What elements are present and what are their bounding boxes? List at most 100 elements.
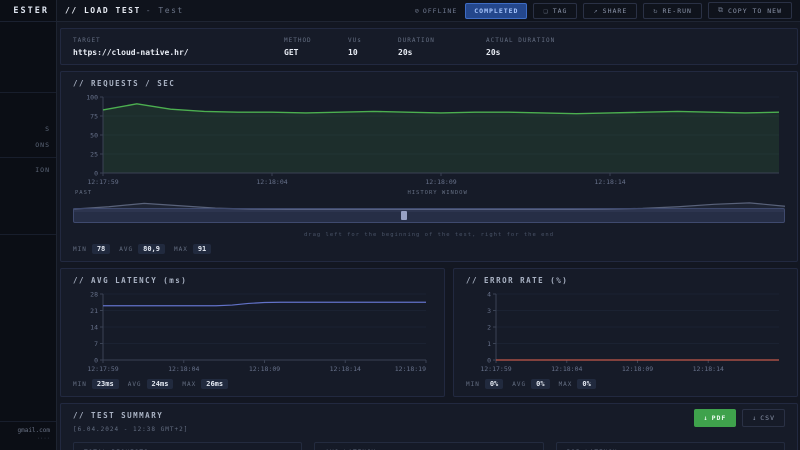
download-csv-button[interactable]: ↓ CSV [742, 409, 785, 427]
main-area: // LOAD TEST - Test ⊘ OFFLINE COMPLETED ❑… [57, 0, 800, 450]
target-url: https://cloud-native.hr/ [73, 48, 189, 57]
svg-text:12:18:04: 12:18:04 [256, 178, 287, 186]
sidebar-item-documentation[interactable]: ION [0, 162, 56, 178]
history-slider-track[interactable] [73, 208, 785, 223]
svg-text:0: 0 [94, 170, 98, 178]
share-button[interactable]: ↗ SHARE [583, 2, 638, 19]
past-label: PAST [75, 190, 93, 196]
error-rate-chart: 4 3 2 1 0 12:17:59 12:18:04 12:18:09 12:18:14 [466, 289, 785, 373]
user-sub-fragment: ···· [36, 436, 50, 442]
svg-text:1: 1 [487, 340, 491, 348]
user-email-fragment: gmail.com [17, 427, 50, 434]
config-header: TARGET [73, 37, 101, 44]
svg-text:21: 21 [90, 307, 98, 315]
sidebar-item-tests[interactable]: S [0, 121, 56, 137]
error-stats: MIN 0% AVG 0% MAX 0% [466, 379, 785, 389]
max-label: MAX [558, 380, 573, 388]
sidebar-item-configurations[interactable]: ONS [0, 137, 56, 153]
charts-row: // AVG LATENCY (ms) 28 21 14 7 0 12:17:59 12:1… [60, 268, 798, 397]
summary-actions: ↓ PDF ↓ CSV [693, 409, 785, 427]
tag-icon: ❑ [543, 6, 549, 15]
pdf-button-label: PDF [711, 414, 727, 422]
summary-date: [6.04.2024 - 12:38 GMT+2] [73, 426, 189, 433]
test-config-panel: TARGET https://cloud-native.hr/ METHOD G… [60, 28, 798, 65]
svg-text:12:18:14: 12:18:14 [693, 365, 724, 373]
method-value: GET [284, 48, 299, 57]
requests-min-value: 78 [91, 244, 111, 254]
actual-duration-value: 20s [486, 48, 501, 57]
svg-text:4: 4 [487, 291, 491, 299]
rerun-icon: ↻ [653, 6, 659, 15]
svg-text:12:18:09: 12:18:09 [425, 178, 456, 186]
config-col-duration: DURATION 20s [398, 34, 460, 57]
max-label: MAX [182, 380, 197, 388]
app-logo: ESTER [0, 0, 56, 22]
requests-panel: // REQUESTS / SEC 100 75 50 25 0 12:17:59 12:1… [60, 71, 798, 262]
svg-text:12:17:59: 12:17:59 [87, 365, 118, 373]
history-window: PAST HISTORY WINDOW drag left for the be… [72, 190, 786, 238]
copy-to-new-button[interactable]: ⧉ COPY TO NEW [707, 2, 792, 19]
test-config-row: TARGET https://cloud-native.hr/ METHOD G… [73, 34, 785, 57]
p95-latency-card: P95 LATENCY 32ms [555, 442, 785, 450]
svg-text:12:18:04: 12:18:04 [168, 365, 199, 373]
svg-text:7: 7 [94, 340, 98, 348]
sidebar: ESTER S ONS ION gmail.com ···· [0, 0, 57, 450]
error-rate-panel-title: // ERROR RATE (%) [466, 276, 569, 285]
sidebar-divider [0, 234, 56, 235]
sidebar-divider [0, 92, 56, 93]
copy-icon: ⧉ [717, 6, 724, 14]
share-button-label: SHARE [602, 6, 628, 15]
summary-cards: TOTAL REQUESTS 1584 AVG LATENCY 24ms P95… [73, 442, 785, 450]
svg-text:12:18:14: 12:18:14 [594, 178, 625, 186]
page-title: // LOAD TEST - Test [65, 6, 184, 15]
config-header: METHOD [284, 37, 312, 44]
requests-stats: MIN 78 AVG 80,9 MAX 91 [73, 244, 785, 254]
status-badge: COMPLETED [465, 2, 528, 19]
history-hint: drag left for the beginning of the test,… [303, 232, 555, 238]
total-requests-card: TOTAL REQUESTS 1584 [73, 442, 303, 450]
history-slider-handle[interactable] [401, 211, 408, 220]
config-header: DURATION [398, 37, 435, 44]
config-col-vus: VUs 10 [348, 34, 372, 57]
svg-text:0: 0 [487, 357, 491, 365]
topbar-actions: ⊘ OFFLINE COMPLETED ❑ TAG ↗ SHARE ↻ RE-R… [415, 2, 792, 19]
tag-button[interactable]: ❑ TAG [533, 2, 578, 19]
config-col-method: METHOD GET [284, 34, 322, 57]
latency-panel-title: // AVG LATENCY (ms) [73, 276, 188, 285]
min-label: MIN [73, 380, 87, 388]
svg-text:100: 100 [86, 94, 98, 102]
requests-avg-value: 80,9 [138, 244, 165, 254]
config-header: ACTUAL DURATION [486, 37, 556, 44]
summary-title: // TEST SUMMARY [73, 411, 164, 420]
requests-chart: 100 75 50 25 0 12:17:59 12:18:04 12:18:09 12:18:… [73, 92, 785, 186]
svg-text:14: 14 [90, 324, 98, 332]
svg-text:12:18:19: 12:18:19 [395, 365, 426, 373]
page-title-primary: // LOAD TEST [65, 6, 141, 15]
vus-value: 10 [348, 48, 358, 57]
svg-text:12:18:09: 12:18:09 [249, 365, 280, 373]
svg-text:3: 3 [487, 307, 491, 315]
svg-text:12:18:09: 12:18:09 [622, 365, 653, 373]
duration-value: 20s [398, 48, 413, 57]
content: TARGET https://cloud-native.hr/ METHOD G… [57, 22, 800, 450]
summary-title-block: // TEST SUMMARY [6.04.2024 - 12:38 GMT+2… [73, 409, 188, 433]
offline-toggle[interactable]: ⊘ OFFLINE [415, 7, 458, 15]
svg-text:2: 2 [487, 324, 491, 332]
svg-text:28: 28 [90, 291, 98, 299]
config-header: VUs [348, 37, 362, 44]
svg-text:25: 25 [90, 151, 98, 159]
history-window-label: HISTORY WINDOW [407, 190, 468, 196]
max-label: MAX [173, 245, 188, 253]
latency-chart: 28 21 14 7 0 12:17:59 12:18:04 12:18:09 12:18:14… [73, 289, 432, 373]
svg-text:50: 50 [90, 132, 98, 140]
svg-text:12:18:04: 12:18:04 [551, 365, 582, 373]
sidebar-user-footer[interactable]: gmail.com ···· [0, 421, 56, 450]
download-icon: ↓ [703, 414, 709, 422]
download-pdf-button[interactable]: ↓ PDF [693, 409, 737, 427]
error-rate-panel: // ERROR RATE (%) 4 3 2 1 0 12:17:59 12:18:04 1… [453, 268, 798, 397]
rerun-button[interactable]: ↻ RE-RUN [643, 2, 702, 19]
topbar: // LOAD TEST - Test ⊘ OFFLINE COMPLETED ❑… [57, 0, 800, 22]
avg-latency-card: AVG LATENCY 24ms [314, 442, 544, 450]
latency-panel: // AVG LATENCY (ms) 28 21 14 7 0 12:17:59 12:1… [60, 268, 445, 397]
min-label: MIN [73, 245, 87, 253]
